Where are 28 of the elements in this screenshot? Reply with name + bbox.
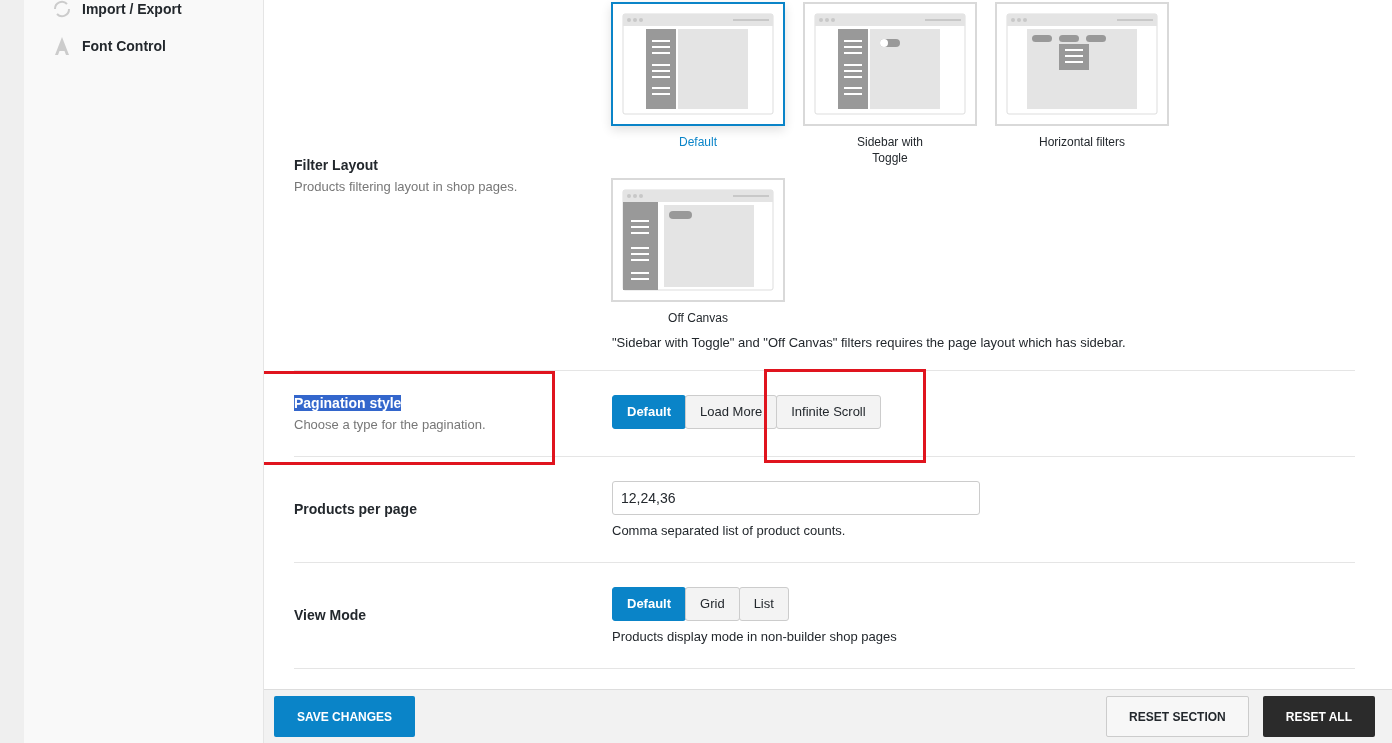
option-button[interactable]: Default [612, 394, 687, 429]
setting-note: Products display mode in non-builder shop pages [612, 628, 898, 644]
option-button[interactable]: Grid [685, 586, 740, 621]
setting-title: Pagination style [294, 394, 402, 411]
reset-all-button[interactable]: RESET ALL [1262, 696, 1375, 737]
layout-option[interactable] [611, 2, 785, 126]
input-field[interactable]: 12,24,36 [612, 480, 980, 515]
sidebar-item[interactable]: Font Control [52, 36, 166, 56]
option-label: Sidebar with Toggle [855, 134, 924, 167]
setting-title: Filter Layout [294, 157, 378, 174]
sidebar-item[interactable]: Import / Export [52, 0, 182, 18]
font-icon [52, 36, 72, 56]
setting-note: "Sidebar with Toggle" and "Off Canvas" filters requires the page layout which has sidebar. [612, 334, 1127, 350]
setting-title: View Mode [294, 607, 367, 624]
option-label: Horizontal filters [1038, 134, 1126, 151]
option-button[interactable]: List [738, 586, 789, 621]
setting-title: Products per page [294, 501, 417, 518]
sync-icon [52, 0, 72, 18]
setting-description: Products filtering layout in shop pages. [294, 179, 519, 195]
option-label: Default [678, 134, 718, 151]
option-button[interactable]: Default [612, 586, 687, 621]
reset-section-button[interactable]: RESET SECTION [1106, 696, 1249, 737]
option-button[interactable]: Load More [685, 394, 778, 429]
save-button[interactable]: SAVE CHANGES [274, 696, 416, 737]
option-button[interactable]: Infinite Scroll [776, 394, 881, 429]
option-label: Off Canvas [667, 310, 729, 327]
setting-note: Comma separated list of product counts. [612, 522, 847, 538]
setting-description: Choose a type for the pagination. [294, 416, 487, 432]
